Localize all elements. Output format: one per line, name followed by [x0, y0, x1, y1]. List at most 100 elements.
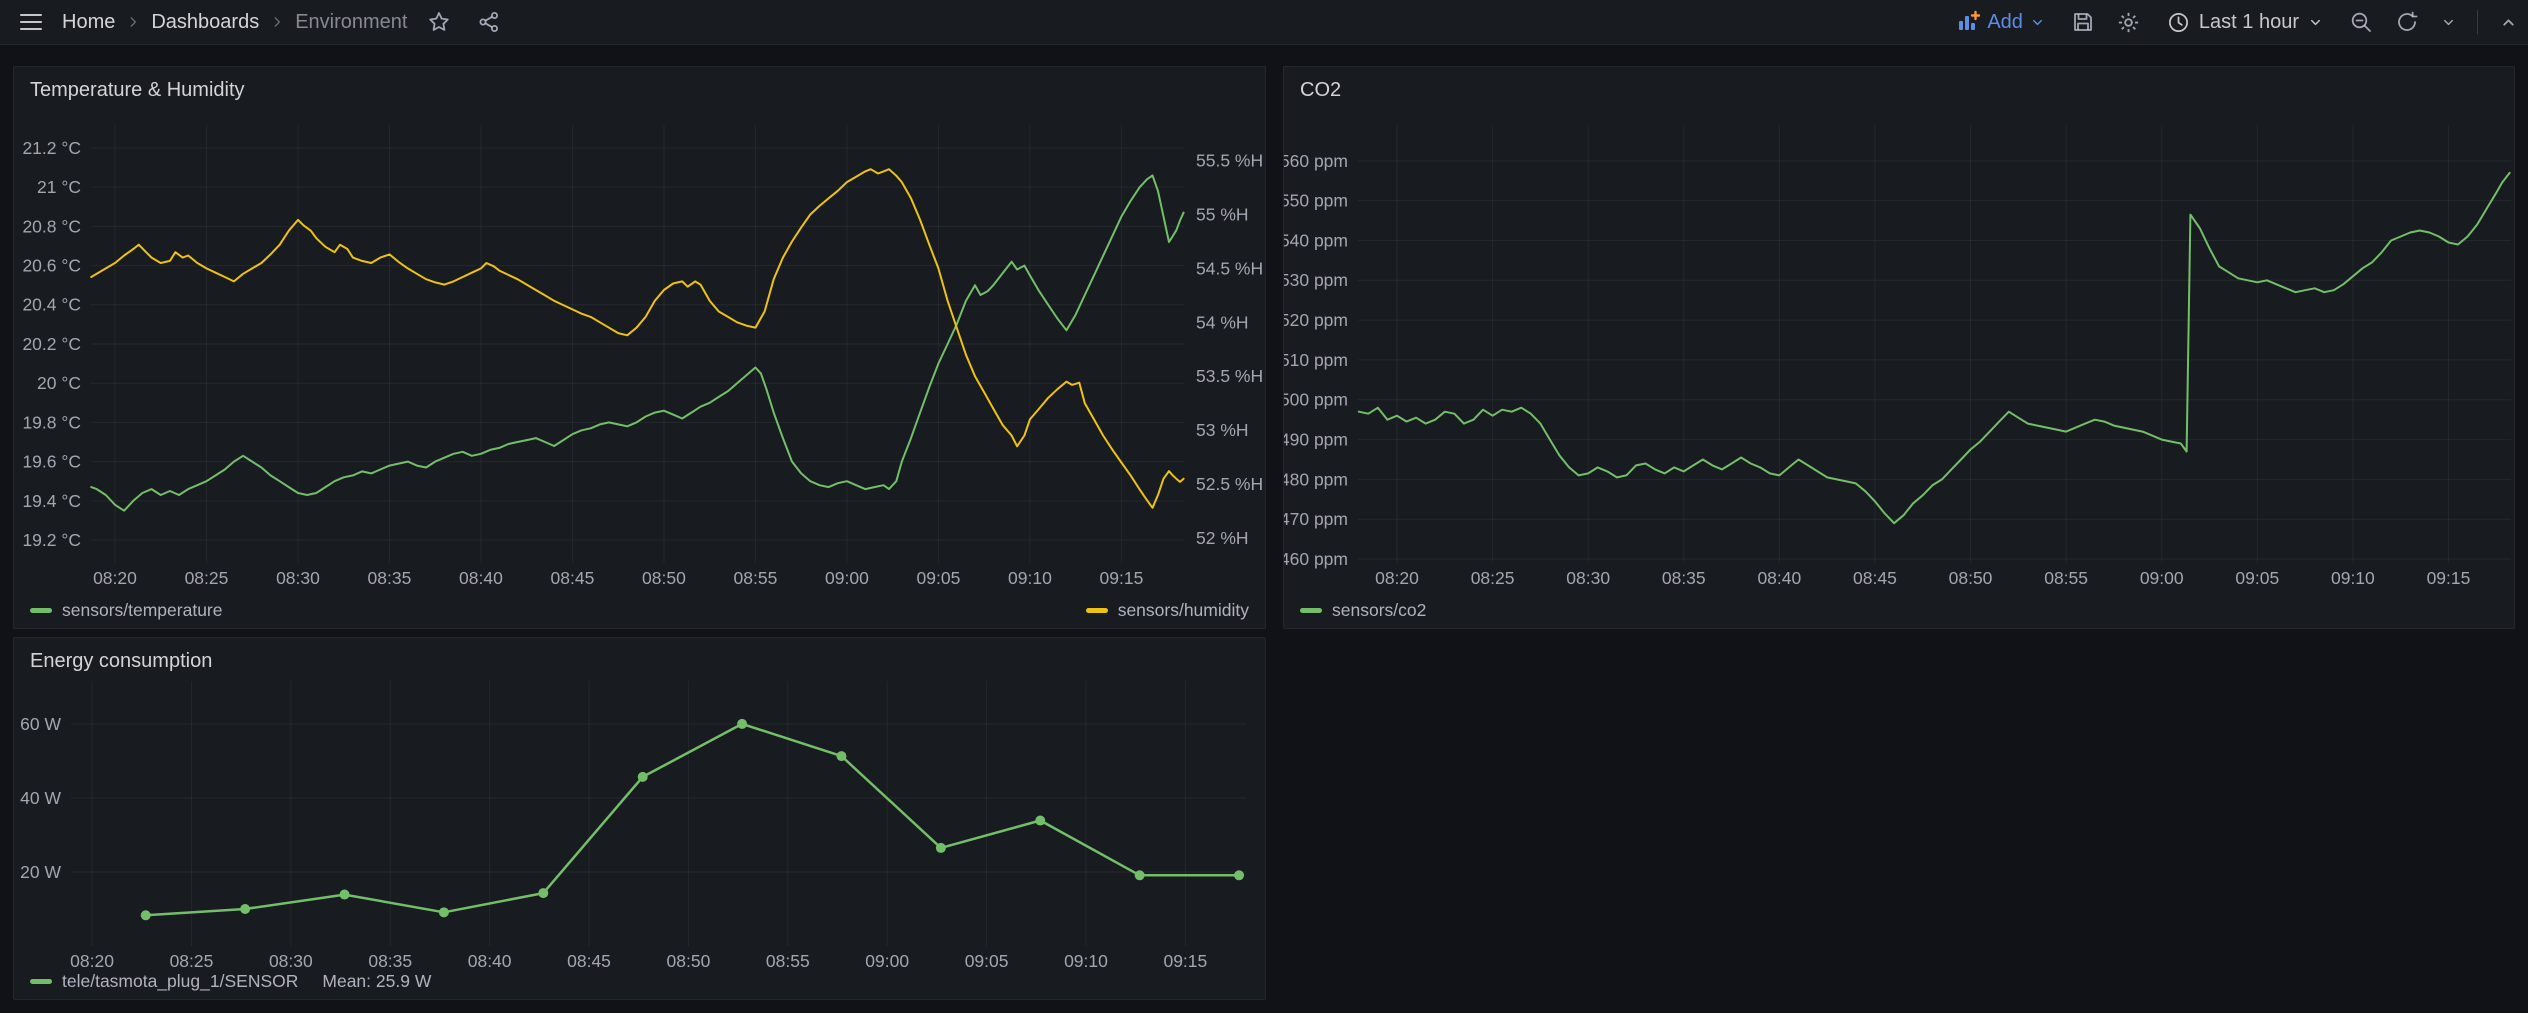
- panel-title-energy[interactable]: Energy consumption: [30, 650, 212, 673]
- svg-text:08:25: 08:25: [1471, 568, 1515, 588]
- chevron-down-icon: [2030, 15, 2045, 30]
- svg-text:55.5 %H: 55.5 %H: [1196, 151, 1263, 171]
- nav-right-group: Add: [1946, 5, 2522, 39]
- svg-text:08:50: 08:50: [1949, 568, 1993, 588]
- co2-legend: sensors/co2: [1300, 600, 2498, 621]
- time-range-picker[interactable]: Last 1 hour: [2157, 5, 2333, 39]
- temp-humidity-legend: sensors/temperature sensors/humidity: [30, 600, 1249, 621]
- breadcrumb-environment: Environment: [295, 11, 407, 34]
- y-axis-left-labels: 560 ppm550 ppm540 ppm530 ppm520 ppm510 p…: [1284, 151, 1348, 569]
- svg-text:08:30: 08:30: [269, 951, 313, 971]
- add-panel-icon: [1956, 10, 1980, 34]
- svg-text:19.2 °C: 19.2 °C: [22, 530, 81, 550]
- legend-item-sensors-humidity[interactable]: sensors/humidity: [1086, 600, 1249, 621]
- breadcrumb: Home Dashboards Environment: [62, 11, 407, 34]
- refresh-interval-dropdown[interactable]: [2435, 5, 2461, 39]
- svg-text:40 W: 40 W: [20, 788, 61, 808]
- legend-label: sensors/temperature: [62, 600, 223, 621]
- legend-item-tele-tasmota-plug-1-SENSOR[interactable]: tele/tasmota_plug_1/SENSORMean: 25.9 W: [30, 971, 431, 992]
- caret-up-icon[interactable]: [2494, 5, 2522, 39]
- share-icon[interactable]: [471, 5, 507, 39]
- chevron-down-icon: [2308, 15, 2323, 30]
- breadcrumb-home[interactable]: Home: [62, 11, 115, 34]
- svg-text:08:45: 08:45: [551, 568, 595, 588]
- zoom-out-icon[interactable]: [2343, 5, 2379, 39]
- svg-text:08:45: 08:45: [567, 951, 611, 971]
- legend-stat-mean: Mean: 25.9 W: [322, 971, 431, 992]
- series-color-marker: [1086, 608, 1108, 614]
- svg-text:08:55: 08:55: [734, 568, 778, 588]
- temp-humidity-chart[interactable]: 21.2 °C21 °C20.8 °C20.6 °C20.4 °C20.2 °C…: [14, 67, 1265, 628]
- svg-text:08:40: 08:40: [1757, 568, 1801, 588]
- energy-chart[interactable]: 60 W 40 W 20 W 08:2008:2508:3008:3508:4008:…: [14, 638, 1265, 999]
- gridlines: [91, 125, 1184, 563]
- svg-text:08:35: 08:35: [368, 568, 412, 588]
- svg-text:08:55: 08:55: [2044, 568, 2088, 588]
- legend-item-sensors-temperature[interactable]: sensors/temperature: [30, 600, 223, 621]
- svg-text:08:30: 08:30: [1566, 568, 1610, 588]
- svg-text:08:40: 08:40: [459, 568, 503, 588]
- svg-text:08:25: 08:25: [185, 568, 229, 588]
- svg-text:52.5 %H: 52.5 %H: [1196, 474, 1263, 494]
- panel-title-co2[interactable]: CO2: [1300, 79, 1341, 102]
- svg-text:55 %H: 55 %H: [1196, 204, 1249, 224]
- svg-text:540 ppm: 540 ppm: [1284, 230, 1348, 250]
- y-axis-left-labels: 60 W 40 W 20 W: [20, 714, 61, 882]
- add-label: Add: [1987, 11, 2023, 34]
- chevron-right-icon: [270, 15, 284, 29]
- svg-text:480 ppm: 480 ppm: [1284, 469, 1348, 489]
- nav-left-group: Home Dashboards Environment: [14, 5, 507, 39]
- svg-text:20.2 °C: 20.2 °C: [22, 334, 81, 354]
- breadcrumb-dashboards[interactable]: Dashboards: [151, 11, 259, 34]
- star-icon[interactable]: [421, 5, 457, 39]
- panel-co2: CO2 560 ppm550 ppm540 ppm530 ppm520 ppm5…: [1283, 66, 2515, 629]
- svg-text:09:00: 09:00: [865, 951, 909, 971]
- svg-text:08:35: 08:35: [1662, 568, 1706, 588]
- svg-text:60 W: 60 W: [20, 714, 61, 734]
- refresh-icon[interactable]: [2389, 5, 2425, 39]
- save-dashboard-icon[interactable]: [2065, 5, 2101, 39]
- co2-chart[interactable]: 560 ppm550 ppm540 ppm530 ppm520 ppm510 p…: [1284, 67, 2514, 628]
- add-button[interactable]: Add: [1946, 5, 2055, 39]
- svg-text:09:10: 09:10: [1064, 951, 1108, 971]
- panel-title-temp-humidity[interactable]: Temperature & Humidity: [30, 79, 245, 102]
- x-axis-labels: 08:2008:2508:3008:3508:4008:4508:5008:55…: [70, 951, 1207, 971]
- svg-text:09:15: 09:15: [1163, 951, 1207, 971]
- series-sensors-humidity: [91, 169, 1183, 508]
- nav-divider: [2477, 10, 2478, 34]
- svg-text:08:30: 08:30: [276, 568, 320, 588]
- chart-canvas: 560 ppm550 ppm540 ppm530 ppm520 ppm510 p…: [1284, 67, 2514, 628]
- svg-text:09:05: 09:05: [2235, 568, 2279, 588]
- svg-text:09:10: 09:10: [2331, 568, 2375, 588]
- svg-text:08:45: 08:45: [1853, 568, 1897, 588]
- svg-text:520 ppm: 520 ppm: [1284, 310, 1348, 330]
- svg-text:20 °C: 20 °C: [37, 373, 81, 393]
- series-color-marker: [1300, 608, 1322, 614]
- svg-text:470 ppm: 470 ppm: [1284, 509, 1348, 529]
- chart-canvas: 21.2 °C21 °C20.8 °C20.6 °C20.4 °C20.2 °C…: [14, 67, 1265, 628]
- legend-label: sensors/co2: [1332, 600, 1426, 621]
- svg-text:53.5 %H: 53.5 %H: [1196, 366, 1263, 386]
- time-range-label: Last 1 hour: [2199, 11, 2299, 34]
- series-color-marker: [30, 979, 52, 985]
- svg-text:20 W: 20 W: [20, 862, 61, 882]
- panel-temp-humidity: Temperature & Humidity 21.2 °C21 °C20.8 …: [13, 66, 1266, 629]
- svg-text:08:20: 08:20: [70, 951, 114, 971]
- svg-text:19.4 °C: 19.4 °C: [22, 491, 81, 511]
- svg-text:09:00: 09:00: [2140, 568, 2184, 588]
- chevron-right-icon: [126, 15, 140, 29]
- svg-text:54.5 %H: 54.5 %H: [1196, 258, 1263, 278]
- svg-text:08:20: 08:20: [93, 568, 137, 588]
- energy-legend: tele/tasmota_plug_1/SENSORMean: 25.9 W: [30, 971, 1249, 992]
- menu-icon[interactable]: [14, 5, 48, 39]
- svg-text:08:50: 08:50: [642, 568, 686, 588]
- svg-text:550 ppm: 550 ppm: [1284, 191, 1348, 211]
- svg-text:09:05: 09:05: [917, 568, 961, 588]
- settings-gear-icon[interactable]: [2111, 5, 2147, 39]
- svg-text:54 %H: 54 %H: [1196, 312, 1249, 332]
- x-axis-labels: 08:2008:2508:3008:3508:4008:4508:5008:55…: [1375, 568, 2470, 588]
- svg-text:21.2 °C: 21.2 °C: [22, 138, 81, 158]
- svg-text:52 %H: 52 %H: [1196, 528, 1249, 548]
- svg-text:09:10: 09:10: [1008, 568, 1052, 588]
- legend-item-sensors-co2[interactable]: sensors/co2: [1300, 600, 1426, 621]
